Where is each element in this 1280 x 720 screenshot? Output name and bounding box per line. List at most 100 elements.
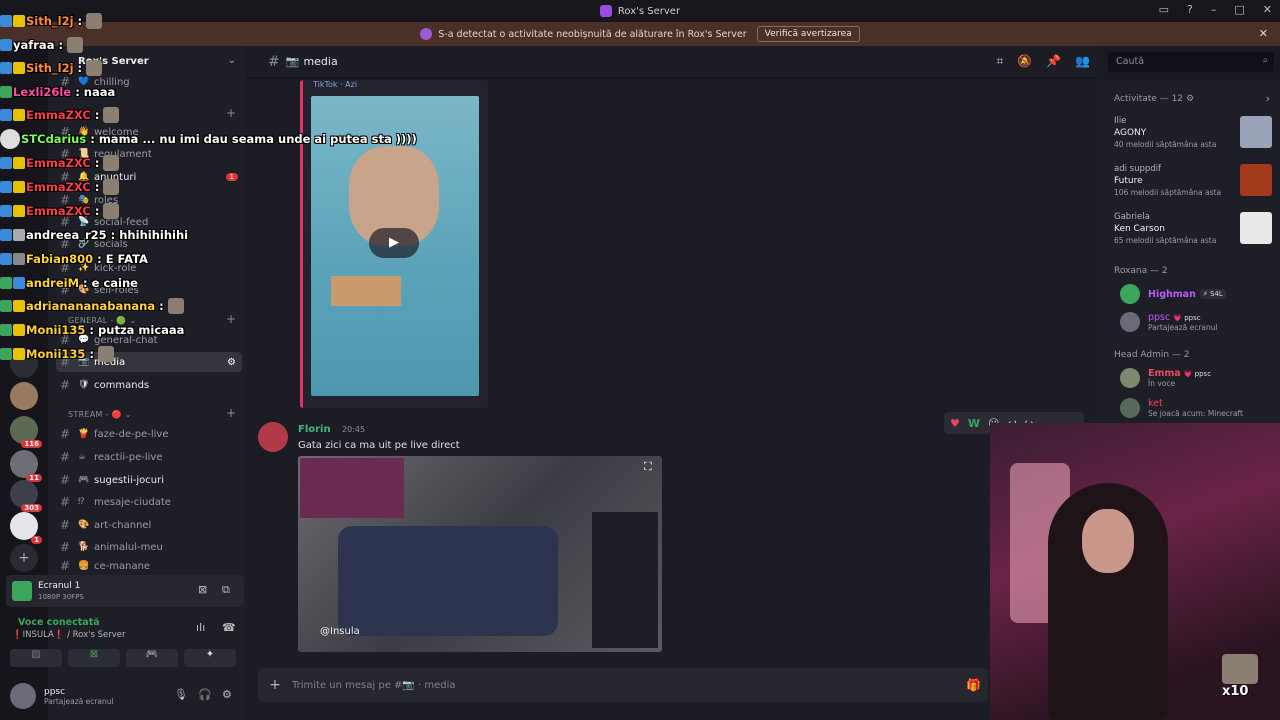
mute-icon[interactable]: 🔕: [1017, 54, 1032, 69]
channel-sugestii-jocuri[interactable]: # 🎮 sugestii-jocuri: [56, 470, 242, 490]
threads-icon[interactable]: ⌗: [996, 54, 1003, 69]
server-icon-person[interactable]: 11: [10, 450, 42, 482]
album-art: [1240, 164, 1272, 196]
attach-plus-icon[interactable]: +: [258, 677, 292, 693]
tiktok-embed[interactable]: TikTok · Azi ▶: [300, 80, 488, 408]
message-time: 20:45: [342, 425, 366, 434]
add-server-icon[interactable]: +: [10, 544, 38, 572]
stop-share-icon[interactable]: ⊠: [198, 583, 207, 596]
channel-mesaje-ciudate[interactable]: # ⁉ mesaje-ciudate: [56, 492, 242, 512]
activity-item[interactable]: adi suppdif Future 106 melodii săptămâna…: [1114, 164, 1272, 204]
close-window-button[interactable]: ✕: [1263, 3, 1272, 16]
unread-badge: 1: [31, 536, 42, 544]
channel-header: # 📷 media ⌗ 🔕 📌 👥: [246, 46, 1100, 78]
chat-area: # 📷 media ⌗ 🔕 📌 👥 TikTok · Azi ▶ ♥ W ☺ ↩…: [246, 46, 1100, 720]
video-thumbnail[interactable]: ▶: [311, 96, 479, 396]
member-item[interactable]: Emma 💗 ppsc În voce: [1120, 366, 1211, 390]
category-general[interactable]: GENERAL - 🟢 ⌄: [68, 316, 137, 325]
user-settings-icon[interactable]: ⚙: [222, 688, 232, 701]
popout-icon[interactable]: ⧉: [222, 583, 230, 597]
soundboard-button[interactable]: ✦: [184, 649, 236, 667]
server-icon-wzu[interactable]: [10, 350, 38, 378]
user-name: ppsc: [44, 686, 66, 697]
gift-icon[interactable]: 🎁: [966, 678, 981, 692]
channel-regulament[interactable]: # 📜 regulament: [56, 144, 242, 164]
headphones-icon[interactable]: 🎧: [198, 688, 212, 701]
w-reaction-icon[interactable]: W: [968, 417, 980, 430]
avatar: [1120, 284, 1140, 304]
channel-animalul-meu[interactable]: # 🐕 animalul-meu: [56, 537, 242, 557]
member-item[interactable]: ket Se joacă acum: Minecraft: [1120, 396, 1243, 420]
activity-item[interactable]: Gabriela Ken Carson 65 melodii săptămâna…: [1114, 212, 1272, 252]
hash-icon: #: [60, 378, 71, 392]
member-item[interactable]: ppsc 💗 ppsc Partajează ecranul: [1120, 310, 1218, 334]
activity-item[interactable]: Ilie AGONY 40 melodii săptămâna asta: [1114, 116, 1272, 156]
channel-media[interactable]: # 📷 media ⚙: [56, 352, 242, 372]
chevron-down-icon[interactable]: ⌄: [228, 55, 236, 66]
check-warning-button[interactable]: Verifică avertizarea: [756, 26, 860, 42]
hash-icon: #: [60, 170, 71, 184]
avatar[interactable]: [258, 422, 288, 452]
pin-icon[interactable]: 📌: [1046, 54, 1061, 69]
channel-faze-de-pe-live[interactable]: # 🍟 faze-de-pe-live: [56, 424, 242, 444]
channel-welcome[interactable]: # 👋 welcome: [56, 122, 242, 142]
help-icon[interactable]: ?: [1187, 3, 1193, 16]
server-icon-group[interactable]: 116: [10, 416, 42, 448]
server-icon-game[interactable]: 303: [10, 480, 42, 512]
channel-anunturi[interactable]: # 🔔 anunturi 1: [56, 167, 242, 187]
channel-socials[interactable]: # 🔗 socials: [56, 234, 242, 254]
inbox-icon[interactable]: ▭: [1159, 3, 1169, 16]
noise-suppression-icon[interactable]: ıIı: [196, 621, 205, 634]
banner-close-icon[interactable]: ✕: [1259, 27, 1268, 40]
member-item[interactable]: Highman ⚡ S4L: [1120, 282, 1226, 306]
maximize-button[interactable]: □: [1234, 3, 1244, 16]
image-attachment[interactable]: @Insula ⛶: [298, 456, 662, 652]
channel-roles[interactable]: # 🎭 roles: [56, 190, 242, 210]
album-art: [1240, 212, 1272, 244]
channel-social-feed[interactable]: # 📡 social-feed: [56, 212, 242, 232]
search-input[interactable]: Caută ⌕: [1108, 52, 1274, 72]
expand-icon[interactable]: ⛶: [644, 460, 652, 474]
channel-reactii-pe-live[interactable]: # ☕ reactii-pe-live: [56, 447, 242, 467]
channel-kick-role[interactable]: # ✨ kick-role: [56, 258, 242, 278]
hash-icon: #: [60, 518, 71, 532]
voice-status[interactable]: Voce conectată: [18, 617, 100, 628]
channel-chilling[interactable]: # 💙 chilling: [56, 72, 242, 92]
message-input[interactable]: Trimite un mesaj pe #📷 · media: [292, 680, 456, 691]
microphone-icon[interactable]: 🎙: [174, 688, 188, 701]
disconnect-icon[interactable]: ☎: [222, 621, 236, 634]
voice-location[interactable]: ❗INSULA❗ / Rox's Server: [12, 630, 126, 640]
camera-off-button[interactable]: ▨: [10, 649, 62, 667]
chat-screenshot: [592, 512, 658, 648]
members-icon[interactable]: 👥: [1075, 54, 1090, 69]
avatar[interactable]: [10, 683, 36, 709]
minimize-button[interactable]: –: [1211, 3, 1217, 16]
share-screen-button[interactable]: ⊠: [68, 649, 120, 667]
heart-reaction-icon[interactable]: ♥: [950, 417, 960, 430]
hash-icon: #: [60, 540, 71, 554]
channel-self-roles[interactable]: # 🎨 self-roles: [56, 280, 242, 300]
message-author[interactable]: Florin: [298, 424, 331, 435]
server-name[interactable]: Rox's Server: [78, 56, 149, 67]
message-composer[interactable]: + Trimite un mesaj pe #📷 · media: [258, 668, 988, 702]
channel-general-chat[interactable]: # 💬 general-chat: [56, 330, 242, 350]
suitcase-image: [338, 526, 558, 636]
server-icon-cat[interactable]: [10, 382, 38, 410]
channel-art-channel[interactable]: # 🎨 art-channel: [56, 515, 242, 535]
monkey-emote-icon: [1222, 654, 1258, 684]
settings-gear-icon[interactable]: ⚙: [227, 357, 236, 368]
activities-button[interactable]: 🎮: [126, 649, 178, 667]
shield-icon: [420, 28, 433, 40]
voice-panel: Ecranul 1 1080P 30FPS ⊠ ⧉ Voce conectată…: [6, 575, 244, 683]
play-icon[interactable]: ▶: [369, 228, 419, 258]
add-channel-icon[interactable]: +: [226, 106, 236, 120]
hash-icon: #: [60, 193, 71, 207]
channel-ce-manane[interactable]: # 🍔 ce-manane: [56, 559, 242, 573]
category-stream[interactable]: STREAM - 🔴 ⌄: [68, 410, 132, 419]
chevron-right-icon[interactable]: ›: [1266, 92, 1270, 105]
add-channel-icon[interactable]: +: [226, 406, 236, 420]
hash-icon: #: [60, 215, 71, 229]
add-channel-icon[interactable]: +: [226, 312, 236, 326]
channel-commands[interactable]: # 🛡 commands: [56, 375, 242, 395]
server-icon-k[interactable]: 1: [10, 512, 42, 544]
